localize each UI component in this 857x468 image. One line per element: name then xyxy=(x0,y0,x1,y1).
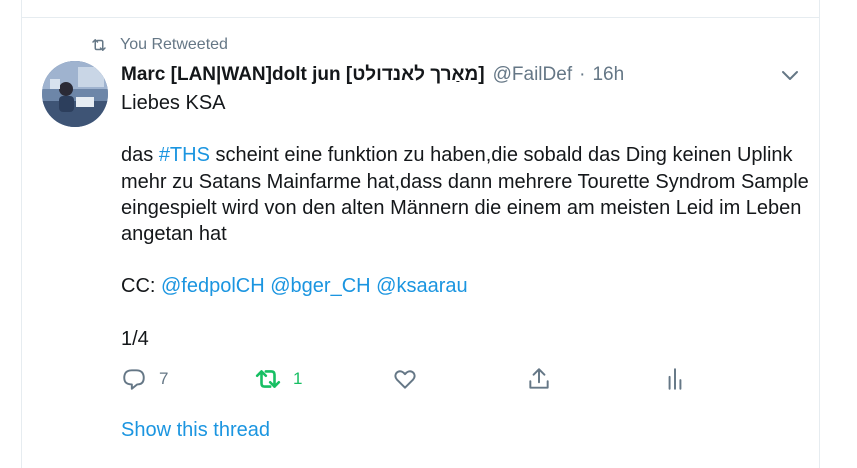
retweet-icon[interactable] xyxy=(259,0,277,2)
retweet-icon xyxy=(255,370,281,388)
reply-count: 7 xyxy=(159,369,169,388)
timestamp[interactable]: 16h xyxy=(592,64,624,86)
show-thread-link[interactable]: Show this thread xyxy=(121,419,270,442)
cc-line: CC: @fedpolCH @bger_CH @ksaarau xyxy=(121,273,811,299)
retweet-context: You Retweeted xyxy=(90,35,228,55)
analytics-icon xyxy=(668,368,682,390)
share-icon[interactable] xyxy=(530,0,548,2)
analytics-icon[interactable] xyxy=(665,0,683,2)
user-handle[interactable]: @FailDef xyxy=(493,64,572,86)
mention-link[interactable]: @fedpolCH xyxy=(161,275,265,297)
display-name[interactable]: Marc [LAN|WAN]dolt jun [מאַרך לאנדולט] xyxy=(121,64,485,86)
separator: · xyxy=(579,64,586,85)
reply-icon[interactable] xyxy=(125,0,143,2)
tweet-header: Marc [LAN|WAN]dolt jun [מאַרך לאנדולט] @… xyxy=(121,62,624,88)
mention-link[interactable]: @bger_CH xyxy=(270,275,370,297)
previous-tweet-actions xyxy=(21,0,820,18)
avatar-image xyxy=(42,61,108,127)
tweet-actions: 7 1 xyxy=(121,364,801,394)
share-icon xyxy=(529,368,549,389)
tweet-text: Liebes KSA das #THS scheint eine funktio… xyxy=(121,90,811,352)
mention-link[interactable]: @ksaarau xyxy=(376,275,467,297)
hashtag-link[interactable]: #THS xyxy=(159,144,210,166)
retweet-button[interactable]: 1 xyxy=(255,364,302,394)
cc-label: CC: xyxy=(121,275,161,298)
tweet-line: Liebes KSA xyxy=(121,92,226,114)
reply-icon xyxy=(123,369,145,390)
like-button[interactable] xyxy=(392,364,418,394)
chevron-down-icon[interactable] xyxy=(778,64,802,86)
analytics-button[interactable] xyxy=(662,364,688,394)
tweet-paragraph: das #THS scheint eine funktion zu haben,… xyxy=(121,142,811,247)
share-button[interactable] xyxy=(526,364,552,394)
retweet-label: You Retweeted xyxy=(120,36,228,53)
text-prefix: das xyxy=(121,144,159,167)
reply-button[interactable]: 7 xyxy=(121,364,168,394)
retweet-icon xyxy=(92,39,106,51)
avatar[interactable] xyxy=(42,61,108,127)
text-body: scheint eine funktion zu haben,die sobal… xyxy=(121,144,809,246)
like-icon[interactable] xyxy=(396,0,414,2)
like-icon xyxy=(394,370,416,389)
thread-count: 1/4 xyxy=(121,327,149,350)
retweet-count: 1 xyxy=(293,369,303,388)
